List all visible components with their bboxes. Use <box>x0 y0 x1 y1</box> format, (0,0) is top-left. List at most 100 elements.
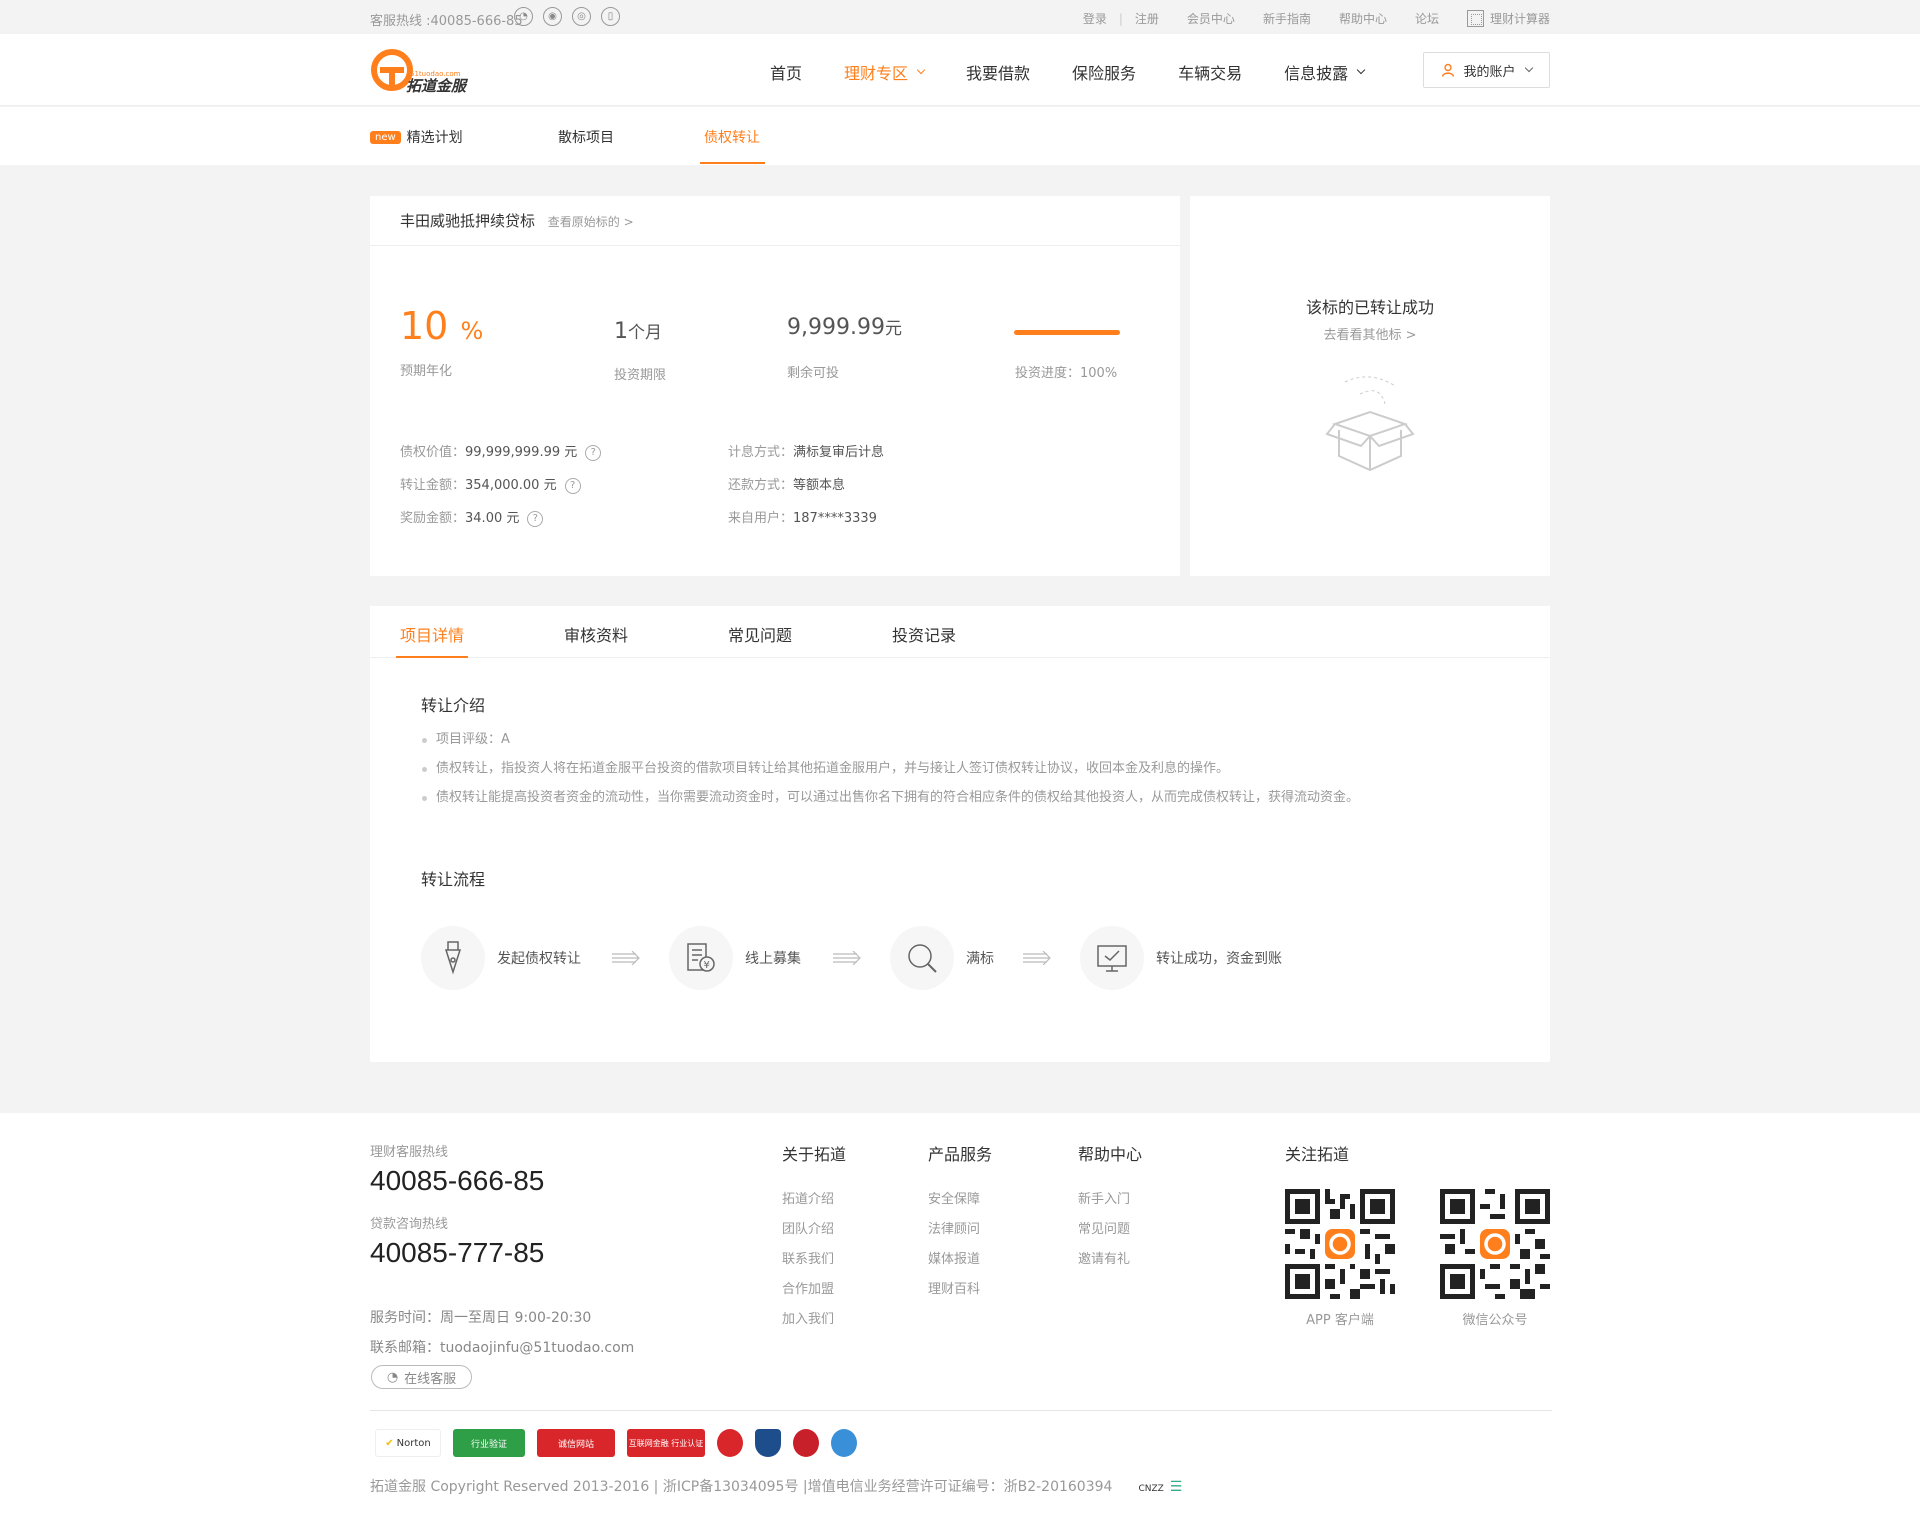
remain-value: 9,999.99 <box>787 315 885 340</box>
copyright: 拓道金服 Copyright Reserved 2013-2016 | 浙ICP… <box>370 1476 1182 1496</box>
right-details: 计息方式：满标复审后计息 还款方式：等额本息 来自用户：187****3339 <box>728 436 884 535</box>
detail-row: 还款方式：等额本息 <box>728 469 884 502</box>
footer-link[interactable]: 安全保障 <box>928 1188 980 1207</box>
hotline2-number: 40085-777-85 <box>370 1237 545 1268</box>
other-loans-link[interactable]: 去看看其他标 > <box>1190 324 1550 343</box>
tab-faq[interactable]: 常见问题 <box>728 622 792 646</box>
help-icon[interactable]: ? <box>585 445 602 461</box>
hotline2-label: 贷款咨询热线 <box>370 1217 449 1232</box>
weibo-icon[interactable]: ◉ <box>543 7 562 26</box>
chevron-down-icon <box>1356 65 1366 75</box>
view-original-label: 查看原始标的 <box>547 215 620 229</box>
cert-badges: ✔ Norton 行业验证 诚信网站 互联网金融 行业认证 <box>375 1429 857 1457</box>
flow-step: 满标 <box>890 926 994 990</box>
gov-badge-icon[interactable] <box>831 1429 857 1457</box>
police-badge-icon[interactable] <box>717 1429 743 1457</box>
detail-key: 奖励金额： <box>400 511 466 526</box>
flow-step-label: 线上募集 <box>745 951 801 967</box>
rate-stat: 10 % 预期年化 <box>400 304 483 379</box>
detail-value: 99,999,999.99 元 <box>465 445 578 460</box>
forum-link[interactable]: 论坛 <box>1415 10 1439 27</box>
industry-verify-badge[interactable]: 行业验证 <box>453 1429 525 1457</box>
subnav-loans[interactable]: 散标项目 <box>558 127 614 147</box>
main-nav: 首页 理财专区 我要借款 保险服务 车辆交易 信息披露 <box>770 60 1406 84</box>
logo[interactable]: 51tuodao.com 拓道金服 <box>370 46 480 96</box>
detail-row: 债权价值：99,999,999.99 元? <box>400 436 602 469</box>
footer-link[interactable]: 加入我们 <box>782 1308 834 1327</box>
calculator-link[interactable]: 理财计算器 <box>1466 10 1550 27</box>
phone-icon[interactable]: ▯ <box>601 7 620 26</box>
footer-link[interactable]: 新手入门 <box>1078 1188 1130 1207</box>
nav-wealth-label: 理财专区 <box>844 64 909 83</box>
nav-disclosure[interactable]: 信息披露 <box>1284 60 1366 84</box>
chevron-down-icon <box>916 65 926 75</box>
help-icon[interactable]: ? <box>564 478 581 494</box>
nav-vehicle[interactable]: 车辆交易 <box>1178 60 1242 84</box>
hotline1-label: 理财客服热线 <box>370 1145 449 1160</box>
tab-invest-records[interactable]: 投资记录 <box>892 622 956 646</box>
register-link[interactable]: 注册 <box>1135 10 1159 27</box>
help-icon[interactable]: ? <box>527 511 544 527</box>
intro-bullet: 债权转让能提高投资者资金的流动性，当你需要流动资金时，可以通过出售你名下拥有的符… <box>422 785 1402 811</box>
detail-value: 满标复审后计息 <box>793 445 885 460</box>
top-bar: 客服热线 :40085-666-85 ◔ ◉ ◎ ▯ 登录 | 注册 会员中心 … <box>0 0 1920 34</box>
footer-link[interactable]: 联系我们 <box>782 1248 834 1267</box>
arrow-right-icon <box>612 951 640 965</box>
newbie-guide-link[interactable]: 新手指南 <box>1263 10 1311 27</box>
intro-bullet: 项目评级：A <box>422 727 1402 753</box>
term-stat: 1个月 投资期限 <box>614 318 666 383</box>
fintech-cert-badge[interactable]: 互联网金融 行业认证 <box>627 1429 705 1457</box>
top-links: 登录 | 注册 会员中心 新手指南 帮助中心 论坛 理财计算器 <box>1055 10 1550 27</box>
footer-link[interactable]: 理财百科 <box>928 1278 980 1297</box>
detail-value: 187****3339 <box>793 511 877 526</box>
tab-audit-materials[interactable]: 审核资料 <box>564 622 628 646</box>
emblem-badge-icon[interactable] <box>793 1429 819 1457</box>
nav-borrow[interactable]: 我要借款 <box>966 60 1030 84</box>
divider: | <box>1118 11 1123 26</box>
qq-icon[interactable]: ◔ <box>514 7 533 26</box>
footer-link[interactable]: 团队介绍 <box>782 1218 834 1237</box>
rate-unit: % <box>460 317 484 345</box>
footer-link[interactable]: 合作加盟 <box>782 1278 834 1297</box>
fundraising-icon: ¥ <box>669 926 733 990</box>
detail-section: 项目详情 审核资料 常见问题 投资记录 转让介绍 项目评级：A 债权转让，指投资… <box>370 606 1550 1062</box>
nav-wealth[interactable]: 理财专区 <box>844 60 926 84</box>
remain-stat: 9,999.99元 剩余可投 <box>787 314 902 381</box>
footer-link[interactable]: 拓道介绍 <box>782 1188 834 1207</box>
wechat-icon[interactable]: ◎ <box>572 7 591 26</box>
svg-text:拓道金服: 拓道金服 <box>406 77 469 95</box>
online-service-label: 在线客服 <box>404 1371 457 1387</box>
progress-label: 投资进度：100% <box>1015 366 1118 381</box>
footer-col-title: 关注拓道 <box>1285 1145 1350 1164</box>
subnav-transfer[interactable]: 债权转让 <box>704 127 760 147</box>
footer: 理财客服热线 40085-666-85 贷款咨询热线 40085-777-85 … <box>0 1113 1920 1523</box>
footer-link[interactable]: 邀请有礼 <box>1078 1248 1130 1267</box>
login-link[interactable]: 登录 <box>1083 10 1107 27</box>
footer-link[interactable]: 常见问题 <box>1078 1218 1130 1237</box>
nav-home[interactable]: 首页 <box>770 60 802 84</box>
progress-stat: 投资进度：100% <box>1015 362 1117 381</box>
app-qr-code <box>1285 1189 1395 1299</box>
status-card: 该标的已转让成功 去看看其他标 > <box>1190 196 1550 576</box>
nav-insurance[interactable]: 保险服务 <box>1072 60 1136 84</box>
footer-link[interactable]: 媒体报道 <box>928 1248 980 1267</box>
chevron-down-icon <box>1524 63 1533 73</box>
main-header: 51tuodao.com 拓道金服 首页 理财专区 我要借款 保险服务 车辆交易… <box>0 34 1920 106</box>
help-center-link[interactable]: 帮助中心 <box>1339 10 1387 27</box>
subnav-featured[interactable]: new 精选计划 <box>370 127 463 147</box>
view-original-link[interactable]: 查看原始标的 > <box>548 215 634 229</box>
tab-project-details[interactable]: 项目详情 <box>400 622 464 646</box>
cnzz-badge[interactable]: CNZZ <box>1138 1484 1163 1494</box>
rate-value: 10 <box>400 304 449 348</box>
online-service-button[interactable]: ◔ 在线客服 <box>371 1365 472 1389</box>
service-time: 服务时间：周一至周日 9:00-20:30 <box>370 1310 592 1326</box>
footer-col-title: 关于拓道 <box>782 1145 847 1164</box>
member-center-link[interactable]: 会员中心 <box>1187 10 1235 27</box>
intro-bullet: 债权转让，指投资人将在拓道金服平台投资的借款项目转让给其他拓道金服用户，并与接让… <box>422 756 1402 782</box>
credit-site-badge[interactable]: 诚信网站 <box>537 1429 615 1457</box>
footer-link[interactable]: 法律顾问 <box>928 1218 980 1237</box>
detail-row: 转让金额：354,000.00 元? <box>400 469 601 502</box>
my-account-button[interactable]: 我的账户 <box>1423 52 1550 88</box>
norton-badge[interactable]: ✔ Norton <box>375 1429 441 1457</box>
shield-badge-icon[interactable] <box>755 1429 781 1457</box>
